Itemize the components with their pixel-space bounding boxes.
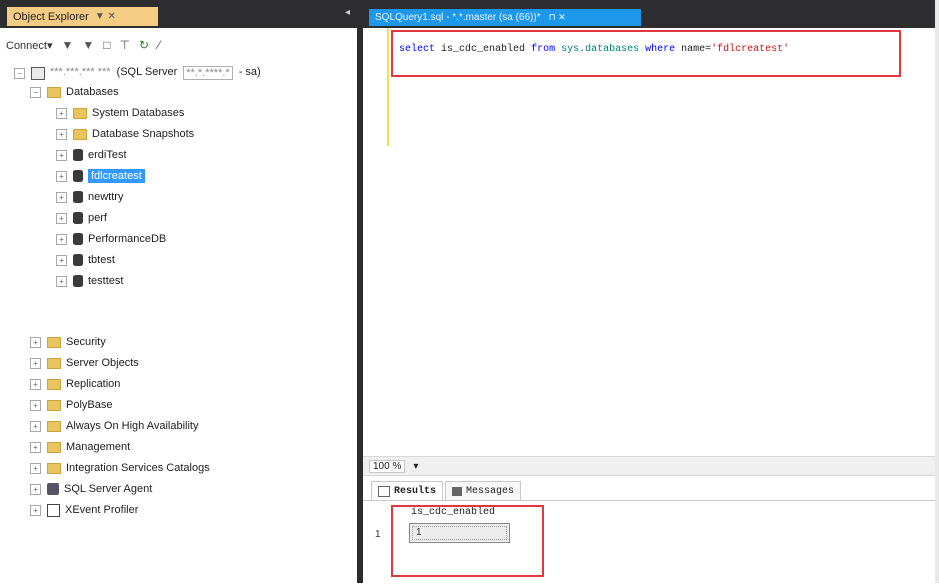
folder-icon (47, 86, 61, 98)
row-number: 1 (375, 529, 381, 540)
connect-button[interactable]: Connect▾ (6, 39, 53, 52)
tree-node-db[interactable]: + PerformanceDB (56, 229, 166, 249)
tree-node-system-databases[interactable]: + System Databases (56, 103, 184, 123)
xevent-icon (47, 503, 60, 517)
expand-icon[interactable]: + (56, 128, 67, 140)
grid-icon (378, 485, 390, 497)
tab-messages[interactable]: Messages (445, 481, 522, 500)
expand-icon[interactable]: + (30, 441, 41, 453)
results-tabs: Results Messages (371, 480, 522, 500)
document-titlebar: SQLQuery1.sql - *.*.master (sa (66))* ⊓ … (363, 0, 939, 28)
messages-icon (452, 486, 463, 496)
folder-icon (47, 441, 61, 453)
collapse-icon[interactable]: − (30, 86, 41, 98)
expand-icon[interactable]: + (56, 191, 67, 203)
zoom-bar: 100 % ▾ (363, 456, 939, 476)
expand-icon[interactable]: + (56, 233, 67, 245)
object-explorer-panel: Object Explorer ▼ ✕ ◂ Connect▾ ▼ ▼ □ ⊤ ↻… (0, 0, 357, 583)
tree-node-db[interactable]: + tbtest (56, 250, 115, 270)
server-icon (31, 66, 45, 80)
expand-icon[interactable]: + (56, 212, 67, 224)
tree-node-server[interactable]: − ***.***.*** *** (SQL Server **.*.****.… (14, 63, 261, 83)
tree-node-integration-services[interactable]: + Integration Services Catalogs (30, 458, 210, 478)
tree-node-replication[interactable]: + Replication (30, 374, 120, 394)
database-icon (73, 254, 83, 266)
query-editor-panel: SQLQuery1.sql - *.*.master (sa (66))* ⊓ … (363, 0, 939, 584)
database-icon (73, 212, 83, 224)
tree-node-server-objects[interactable]: + Server Objects (30, 353, 139, 373)
folder-icon (47, 399, 61, 411)
zoom-select[interactable]: 100 % (369, 459, 406, 473)
folder-icon (47, 420, 61, 432)
object-explorer-tree: − ***.***.*** *** (SQL Server **.*.****.… (0, 60, 357, 580)
tree-node-management[interactable]: + Management (30, 437, 130, 457)
tree-node-db-selected[interactable]: + fdlcreatest (56, 166, 145, 186)
tab-close-icon[interactable]: ⊓ ✕ (549, 12, 566, 23)
expand-icon[interactable]: + (56, 107, 67, 119)
results-grid: is_cdc_enabled 1 1 (363, 500, 939, 584)
result-highlight-box (391, 505, 544, 577)
server-label: ***.***.*** *** (SQL Server **.*.****.* … (50, 66, 261, 80)
folder-icon (73, 128, 87, 140)
tree-node-db[interactable]: + newttry (56, 187, 123, 207)
filter-settings-icon[interactable]: ⊤ (120, 38, 130, 52)
query-document-tab[interactable]: SQLQuery1.sql - *.*.master (sa (66))* ⊓ … (369, 9, 641, 26)
expand-icon[interactable]: + (56, 149, 67, 161)
folder-icon (47, 462, 61, 474)
database-icon (73, 275, 83, 287)
tree-node-sql-server-agent[interactable]: + SQL Server Agent (30, 479, 152, 499)
expand-icon[interactable]: + (30, 462, 41, 474)
object-explorer-tab[interactable]: Object Explorer ▼ ✕ (7, 7, 158, 26)
folder-icon (47, 336, 61, 348)
object-explorer-toolbar: Connect▾ ▼ ▼ □ ⊤ ↻ ⁄ (6, 34, 352, 56)
tree-node-db[interactable]: + testtest (56, 271, 123, 291)
expand-icon[interactable]: + (30, 420, 41, 432)
expand-icon[interactable]: + (56, 275, 67, 287)
activity-monitor-icon[interactable]: ⁄ (158, 38, 160, 52)
expand-icon[interactable]: + (30, 504, 41, 516)
refresh-icon[interactable]: ↻ (139, 38, 149, 52)
database-icon (73, 170, 83, 182)
agent-icon (47, 483, 59, 495)
query-highlight-box (391, 30, 901, 77)
expand-icon[interactable]: + (56, 254, 67, 266)
expand-icon[interactable]: + (30, 378, 41, 390)
query-tab-label: SQLQuery1.sql - *.*.master (sa (66))* (375, 12, 541, 23)
tab-controls-icon[interactable]: ▼ ✕ (95, 11, 116, 22)
tree-node-database-snapshots[interactable]: + Database Snapshots (56, 124, 194, 144)
database-icon (73, 149, 83, 161)
object-explorer-title: Object Explorer (13, 10, 89, 23)
folder-icon (47, 378, 61, 390)
chevron-down-icon[interactable]: ▾ (413, 461, 418, 472)
stop-icon[interactable]: □ (103, 38, 110, 52)
tree-node-always-on[interactable]: + Always On High Availability (30, 416, 198, 436)
expand-icon[interactable]: + (30, 336, 41, 348)
expand-icon[interactable]: + (30, 399, 41, 411)
change-margin (387, 28, 389, 146)
tree-node-xevent-profiler[interactable]: + XEvent Profiler (30, 500, 138, 520)
database-icon (73, 191, 83, 203)
object-explorer-titlebar: Object Explorer ▼ ✕ ◂ (0, 0, 357, 28)
expand-icon[interactable]: + (56, 170, 67, 182)
collapse-icon[interactable]: − (14, 67, 25, 79)
tree-node-security[interactable]: + Security (30, 332, 106, 352)
folder-icon (47, 357, 61, 369)
connect-icon[interactable]: ▼ (62, 38, 74, 52)
expand-icon[interactable]: + (30, 483, 41, 495)
expand-icon[interactable]: + (30, 357, 41, 369)
collapse-arrow-icon[interactable]: ◂ (345, 7, 350, 18)
tree-node-polybase[interactable]: + PolyBase (30, 395, 112, 415)
folder-icon (73, 107, 87, 119)
tree-node-db[interactable]: + erdiTest (56, 145, 127, 165)
tree-node-db[interactable]: + perf (56, 208, 107, 228)
database-icon (73, 233, 83, 245)
filter-icon[interactable]: ▼ (82, 38, 94, 52)
tab-results[interactable]: Results (371, 481, 444, 500)
tree-node-databases[interactable]: − Databases (30, 82, 119, 102)
vertical-scrollbar[interactable] (935, 0, 939, 583)
